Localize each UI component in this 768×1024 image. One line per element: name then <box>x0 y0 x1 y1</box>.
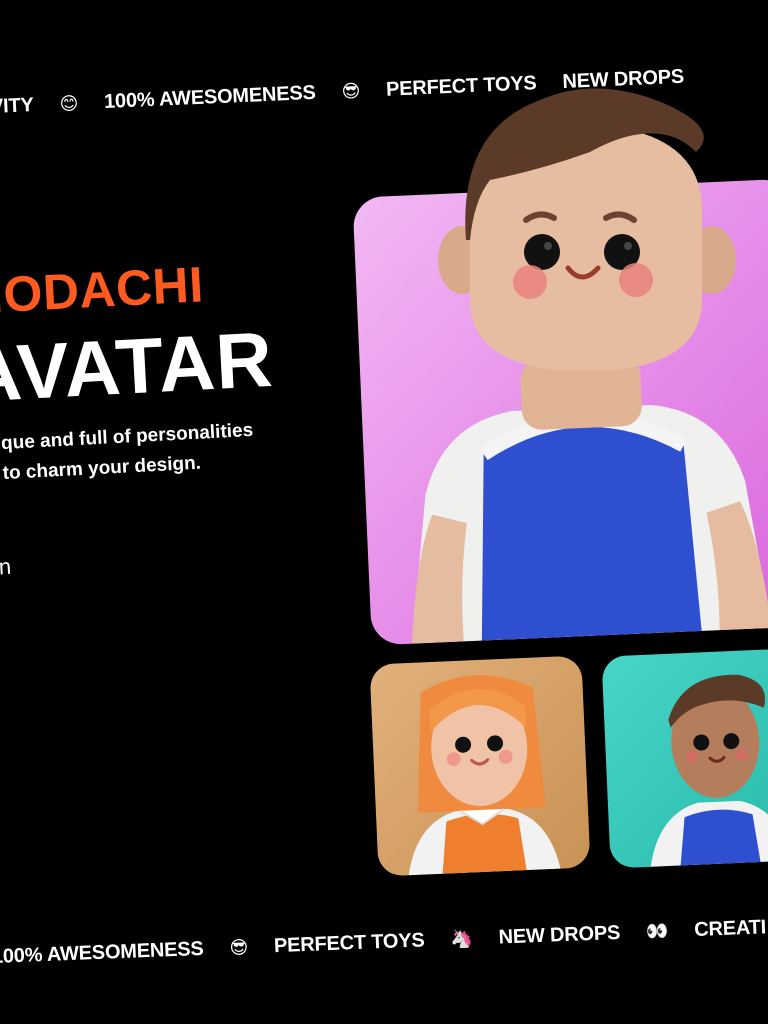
hero-subtitle: que and full of personalities to charm y… <box>0 411 351 490</box>
boy-avatar-head-icon <box>438 88 736 370</box>
eyes-emoji-icon: 👀 <box>645 921 669 943</box>
page-title: AVATAR <box>0 314 276 419</box>
cta-link[interactable]: tion <box>0 553 12 581</box>
hero-copy: MODACHI AVATAR que and full of personali… <box>0 250 356 581</box>
marquee-text: PERFECT TOYS <box>273 929 425 958</box>
hero-section: VITY 😊 100% AWESOMENESS 😎 PERFECT TOYS N… <box>0 0 768 1024</box>
marquee-text: NEW DROPS <box>498 921 621 949</box>
brand-eyebrow: MODACHI <box>0 256 205 325</box>
smile-emoji-icon: 😊 <box>59 93 79 115</box>
marquee-text: 100% AWESOMENESS <box>0 937 204 968</box>
avatar-card-boy[interactable] <box>601 647 768 869</box>
marquee-text: 100% AWESOMENESS <box>103 81 317 114</box>
sunglasses-emoji-icon: 😎 <box>341 80 361 103</box>
sunglasses-emoji-icon: 😎 <box>229 937 249 959</box>
avatar-card-girl[interactable] <box>369 655 591 877</box>
unicorn-emoji-icon: 🦄 <box>450 928 474 951</box>
marquee-text: VITY <box>0 94 35 118</box>
marquee-bottom: 100% AWESOMENESS 😎 PERFECT TOYS 🦄 NEW DR… <box>0 915 768 969</box>
girl-avatar-icon <box>408 675 561 876</box>
boy-avatar-icon <box>650 674 768 867</box>
marquee-text: CREATI <box>693 916 767 942</box>
